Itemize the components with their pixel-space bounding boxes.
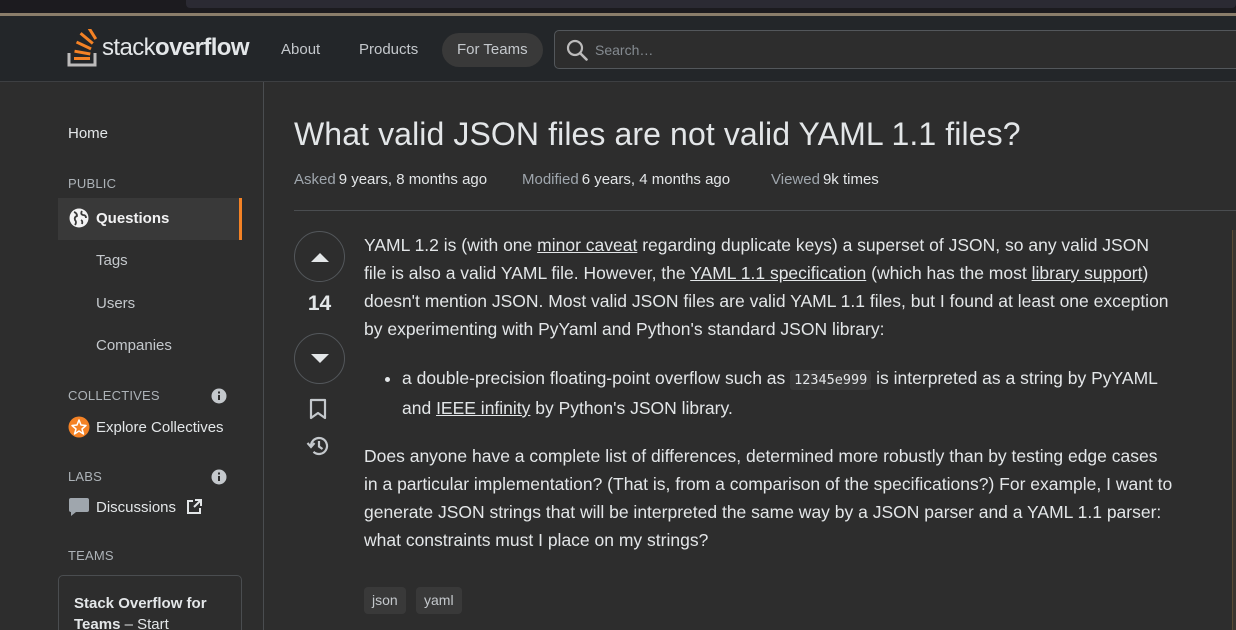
info-icon[interactable] bbox=[211, 469, 227, 485]
vote-count: 14 bbox=[307, 292, 332, 315]
logo-text-light: stack bbox=[102, 34, 156, 61]
post-text: a double-precision floating-point overfl… bbox=[402, 368, 791, 388]
sidebar-item-questions[interactable]: Questions bbox=[58, 198, 242, 240]
search-input[interactable] bbox=[595, 37, 1195, 63]
ieee-infinity-link[interactable]: IEEE infinity bbox=[436, 398, 530, 418]
search-box[interactable] bbox=[554, 30, 1236, 69]
sidebar-section-labs: LABS bbox=[68, 469, 103, 484]
question-modified: Modified 6 years, 4 months ago bbox=[522, 171, 730, 188]
sidebar-item-companies[interactable]: Companies bbox=[96, 337, 172, 354]
sidebar-section-public: PUBLIC bbox=[68, 176, 117, 191]
post-text: (which has the most bbox=[866, 263, 1032, 283]
post-list: a double-precision floating-point overfl… bbox=[402, 364, 1182, 422]
search-icon bbox=[566, 39, 588, 61]
tag-json[interactable]: json bbox=[364, 587, 406, 614]
tag-yaml[interactable]: yaml bbox=[416, 587, 462, 614]
arrow-up-icon bbox=[310, 252, 329, 262]
teams-promo-start: – Start bbox=[120, 616, 169, 630]
stackoverflow-logo[interactable]: stackoverflow bbox=[67, 28, 250, 68]
info-icon[interactable] bbox=[211, 388, 227, 404]
post-paragraph: Does anyone have a complete list of diff… bbox=[364, 446, 1173, 550]
post-paragraph: YAML 1.2 is (with one minor caveat regar… bbox=[364, 231, 1174, 343]
post-text: YAML 1.2 is (with one bbox=[364, 235, 538, 255]
discussions-label: Discussions bbox=[96, 498, 177, 516]
collectives-icon bbox=[68, 416, 90, 438]
chat-bubble-icon bbox=[69, 498, 89, 516]
inline-code: 12345e999 bbox=[790, 370, 872, 390]
asked-label: Asked bbox=[294, 171, 336, 188]
sidebar-item-users[interactable]: Users bbox=[96, 295, 135, 312]
teams-promo-text: Stack Overflow for Teams – Start bbox=[74, 593, 234, 630]
browser-tab-strip bbox=[186, 0, 1236, 8]
sidebar-item-home[interactable]: Home bbox=[68, 125, 108, 142]
post-text: by Python's JSON library. bbox=[530, 398, 733, 418]
history-icon[interactable] bbox=[306, 434, 330, 458]
external-link-icon bbox=[187, 499, 203, 514]
downvote-button[interactable] bbox=[294, 333, 345, 384]
browser-chrome bbox=[0, 0, 1236, 14]
question-title[interactable]: What valid JSON files are not valid YAML… bbox=[294, 116, 1021, 153]
sidebar-item-tags[interactable]: Tags bbox=[96, 252, 128, 269]
yaml-spec-link[interactable]: YAML 1.1 specification bbox=[690, 263, 866, 283]
sidebar-section-collectives: COLLECTIVES bbox=[68, 388, 160, 403]
site-header: stackoverflow About Products For Teams bbox=[0, 16, 1236, 82]
stack-logo-icon bbox=[67, 29, 98, 67]
sidebar-item-questions-label: Questions bbox=[96, 210, 170, 227]
nav-for-teams[interactable]: For Teams bbox=[442, 33, 543, 67]
modified-label: Modified bbox=[522, 171, 579, 188]
logo-wordmark: stackoverflow bbox=[102, 34, 250, 62]
sidebar-item-explore-collectives[interactable]: Explore Collectives bbox=[68, 416, 224, 438]
explore-collectives-label: Explore Collectives bbox=[96, 418, 224, 436]
viewed-label: Viewed bbox=[771, 171, 820, 188]
question-asked: Asked 9 years, 8 months ago bbox=[294, 171, 487, 188]
sidebar-item-discussions[interactable]: Discussions bbox=[68, 496, 203, 518]
logo-text-bold: overflow bbox=[155, 34, 249, 61]
question-viewed: Viewed 9k times bbox=[771, 171, 879, 188]
list-item: a double-precision floating-point overfl… bbox=[402, 364, 1182, 422]
sidebar-section-teams: TEAMS bbox=[68, 548, 114, 563]
library-support-link[interactable]: library support bbox=[1032, 263, 1143, 283]
bookmark-icon[interactable] bbox=[309, 398, 327, 420]
right-sidebar-edge bbox=[1232, 230, 1236, 630]
left-sidebar bbox=[0, 82, 263, 630]
asked-value: 9 years, 8 months ago bbox=[338, 171, 488, 188]
nav-about[interactable]: About bbox=[266, 33, 335, 67]
viewed-value: 9k times bbox=[822, 171, 879, 188]
title-divider bbox=[294, 210, 1236, 211]
arrow-down-icon bbox=[310, 353, 329, 363]
globe-icon bbox=[69, 208, 89, 228]
nav-products[interactable]: Products bbox=[344, 33, 433, 67]
minor-caveat-link[interactable]: minor caveat bbox=[537, 235, 637, 255]
question-body: YAML 1.2 is (with one minor caveat regar… bbox=[364, 231, 1194, 575]
modified-value[interactable]: 6 years, 4 months ago bbox=[582, 171, 730, 188]
sidebar-divider bbox=[263, 82, 264, 630]
upvote-button[interactable] bbox=[294, 231, 345, 282]
teams-promo-card[interactable]: Stack Overflow for Teams – Start bbox=[58, 575, 242, 630]
